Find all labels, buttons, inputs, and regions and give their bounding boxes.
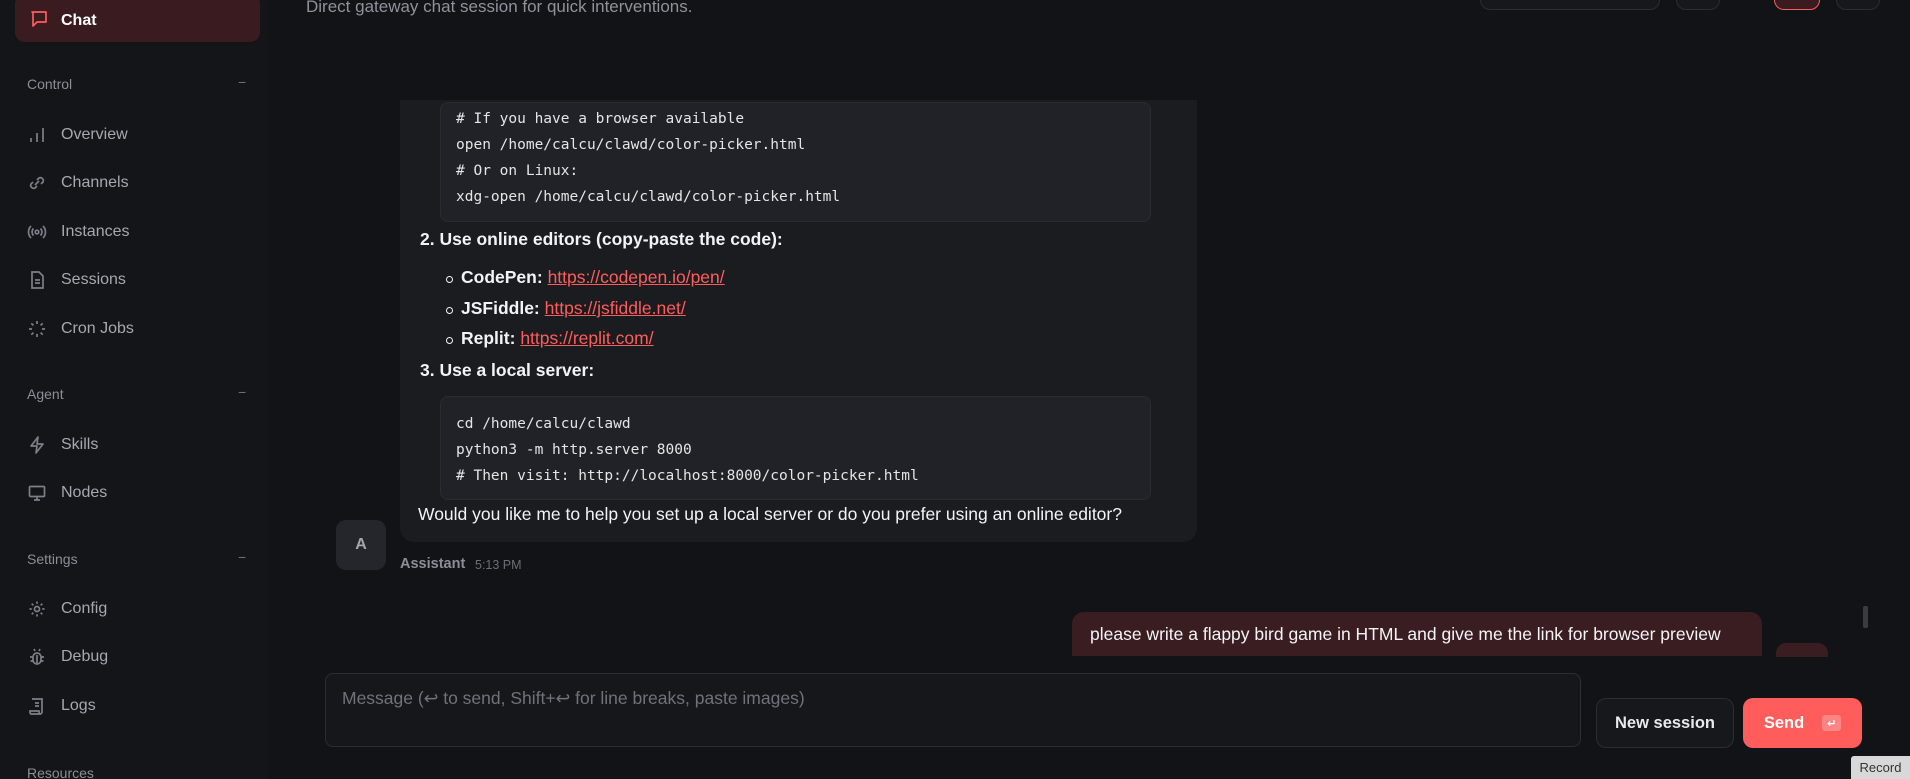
message-input[interactable]: Message (↩ to send, Shift+↩ for line bre…	[325, 673, 1581, 747]
bar-chart-icon	[27, 125, 47, 145]
editor-name: JSFiddle:	[461, 298, 540, 318]
sidebar-item-label: Config	[61, 600, 108, 617]
new-session-button[interactable]: New session	[1596, 698, 1734, 748]
header-button[interactable]	[1676, 0, 1720, 10]
message-sender: Assistant	[400, 556, 466, 572]
link-icon	[27, 173, 47, 193]
sidebar-item-cron-jobs[interactable]: Cron Jobs	[27, 314, 257, 344]
record-button[interactable]: Record	[1851, 756, 1910, 779]
chat-scrollbar[interactable]	[1863, 606, 1868, 628]
sidebar-item-label: Overview	[61, 126, 128, 143]
user-message-text: please write a flappy bird game in HTML …	[1090, 623, 1721, 644]
sidebar-item-instances[interactable]: Instances	[27, 217, 257, 247]
assistant-avatar: A	[336, 520, 386, 570]
sidebar-item-chat[interactable]: Chat	[15, 0, 260, 42]
sidebar-item-overview[interactable]: Overview	[27, 120, 257, 150]
user-avatar	[1776, 643, 1828, 657]
bullet-icon	[446, 307, 453, 314]
sidebar-item-config[interactable]: Config	[27, 594, 257, 624]
code-line: open /home/calcu/clawd/color-picker.html	[456, 137, 806, 153]
list-text: Use online editors (copy-paste the code)…	[439, 229, 783, 249]
list-item: CodePen: https://codepen.io/pen/	[461, 267, 725, 288]
send-button[interactable]: Send ↵	[1743, 698, 1862, 748]
jsfiddle-link[interactable]: https://jsfiddle.net/	[545, 298, 686, 318]
sidebar-item-label: Debug	[61, 648, 109, 665]
sidebar-item-label: Channels	[61, 174, 129, 191]
scroll-icon	[27, 696, 47, 716]
sidebar-item-debug[interactable]: Debug	[27, 642, 257, 672]
header-toggle-button[interactable]	[1774, 0, 1820, 10]
bullet-icon	[446, 276, 453, 283]
page-subtitle: Direct gateway chat session for quick in…	[306, 0, 693, 16]
sidebar-item-nodes[interactable]: Nodes	[27, 478, 257, 508]
code-block: # If you have a browser available open /…	[440, 102, 1151, 222]
gear-icon	[27, 599, 47, 619]
code-line: # If you have a browser available	[456, 111, 745, 127]
list-item: Replit: https://replit.com/	[461, 328, 654, 349]
sidebar-item-sessions[interactable]: Sessions	[27, 265, 257, 295]
list-text: Use a local server:	[439, 360, 595, 380]
list-item: JSFiddle: https://jsfiddle.net/	[461, 298, 686, 319]
collapse-agent-button[interactable]: −	[238, 384, 246, 400]
replit-link[interactable]: https://replit.com/	[520, 328, 653, 348]
list-number: 3.	[420, 360, 435, 380]
bug-icon	[27, 647, 47, 667]
codepen-link[interactable]: https://codepen.io/pen/	[548, 267, 725, 287]
sidebar-item-label: Logs	[61, 697, 96, 714]
chat-bubble-icon	[29, 9, 49, 34]
assistant-closing-text: Would you like me to help you set up a l…	[418, 504, 1122, 524]
sidebar-item-label: Instances	[61, 223, 130, 240]
user-message-bubble: please write a flappy bird game in HTML …	[1072, 612, 1762, 656]
editor-name: CodePen:	[461, 267, 543, 287]
collapse-settings-button[interactable]: −	[238, 549, 246, 565]
sidebar-item-label: Cron Jobs	[61, 320, 134, 337]
header-button[interactable]	[1836, 0, 1880, 10]
lightning-icon	[27, 435, 47, 455]
section-title-resources: Resources	[27, 765, 94, 779]
code-block: cd /home/calcu/clawd python3 -m http.ser…	[440, 396, 1151, 500]
section-title-agent: Agent	[27, 386, 64, 402]
session-select[interactable]	[1480, 0, 1660, 10]
list-step-2: 2. Use online editors (copy-paste the co…	[420, 229, 783, 250]
code-line: cd /home/calcu/clawd	[456, 416, 631, 432]
list-number: 2.	[420, 229, 435, 249]
send-button-label: Send	[1763, 713, 1805, 732]
document-icon	[27, 270, 47, 290]
message-timestamp: 5:13 PM	[475, 558, 522, 572]
section-title-settings: Settings	[27, 551, 78, 567]
sidebar-item-channels[interactable]: Channels	[27, 168, 257, 198]
radio-icon	[27, 222, 47, 242]
bullet-icon	[446, 337, 453, 344]
code-line: xdg-open /home/calcu/clawd/color-picker.…	[456, 189, 841, 205]
code-line: # Then visit: http://localhost:8000/colo…	[456, 468, 919, 484]
monitor-icon	[27, 483, 47, 503]
message-input-placeholder: Message (↩ to send, Shift+↩ for line bre…	[342, 688, 805, 708]
list-step-3: 3. Use a local server:	[420, 360, 594, 381]
sidebar-item-label: Sessions	[61, 271, 126, 288]
editor-name: Replit:	[461, 328, 516, 348]
section-title-control: Control	[27, 76, 73, 92]
enter-key-icon: ↵	[1822, 715, 1842, 731]
code-line: python3 -m http.server 8000	[456, 442, 692, 458]
code-line: # Or on Linux:	[456, 163, 579, 179]
sidebar-item-skills[interactable]: Skills	[27, 430, 257, 460]
sidebar-item-label: Chat	[61, 12, 97, 29]
collapse-control-button[interactable]: −	[238, 74, 246, 90]
sidebar-item-logs[interactable]: Logs	[27, 691, 257, 721]
sidebar-item-label: Nodes	[61, 484, 108, 501]
sidebar: Chat Control − Overview Channels Instanc…	[0, 0, 268, 779]
sidebar-item-label: Skills	[61, 436, 99, 453]
loader-icon	[27, 319, 47, 339]
